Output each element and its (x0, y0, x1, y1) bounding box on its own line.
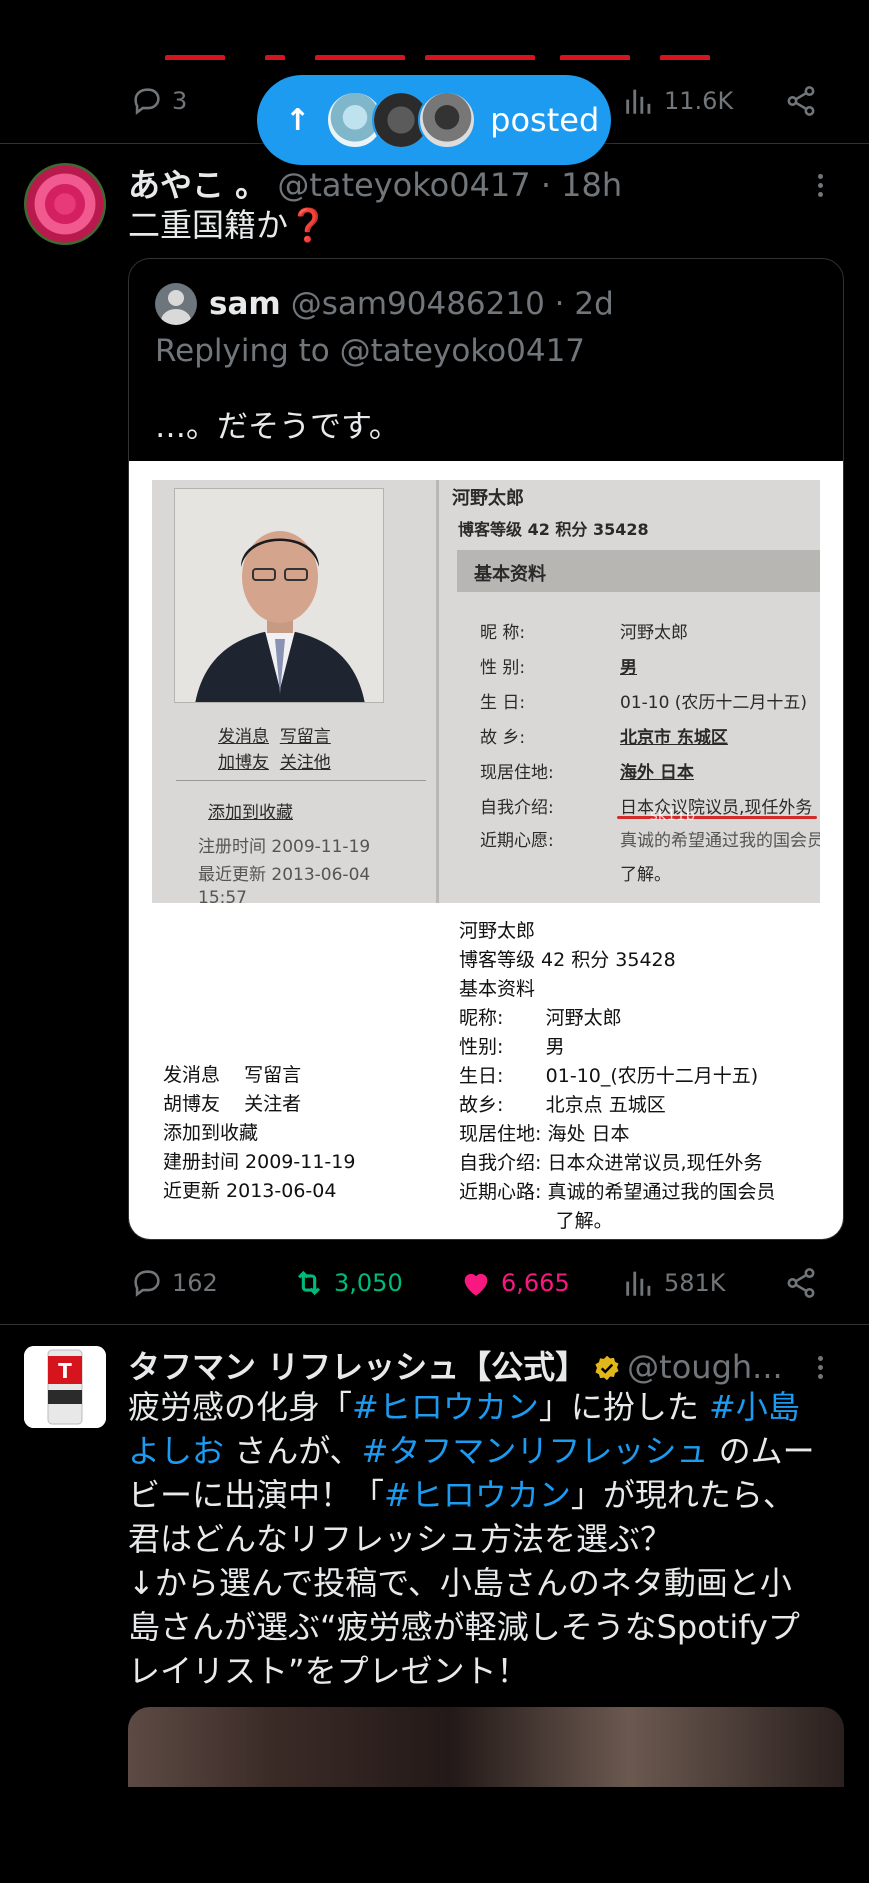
scan-value: 日本众议院议员,现任外务 (620, 798, 813, 818)
handle[interactable]: @tateyoko0417 · 18h (277, 166, 622, 204)
scan-key: 故 乡: (480, 728, 526, 748)
scan-value: 了解。 (620, 865, 671, 885)
views-count: 11.6K (664, 87, 734, 115)
quote-text: …。だそうです。 (155, 409, 400, 445)
scan-level: 博客等级 42 积分 35428 (458, 520, 649, 539)
svg-text:T: T (58, 1359, 72, 1383)
views-button[interactable]: 581K (622, 1266, 726, 1300)
scan-section: 基本资料 (474, 564, 546, 585)
scan-key: 自我介绍: (480, 798, 554, 818)
views-count: 581K (664, 1269, 726, 1297)
pill-avatars (326, 91, 477, 149)
tweet-text: 二重国籍か❓ (128, 206, 328, 244)
share-button[interactable] (784, 1266, 818, 1300)
verified-badge-icon (595, 1355, 619, 1381)
red-underline (617, 816, 817, 819)
scan-value: 真诚的希望通过我的国会员 (620, 831, 820, 851)
views-icon (626, 89, 651, 114)
scan-key: 生 日: (480, 693, 526, 713)
hashtag-link[interactable]: #タフマンリフレッシュ (362, 1432, 709, 1470)
like-button[interactable]: 6,665 (459, 1266, 570, 1300)
avatar[interactable] (24, 163, 106, 245)
hashtag-link[interactable]: #ヒロウカン (352, 1388, 539, 1426)
reply-icon (134, 1270, 160, 1297)
reply-count: 162 (172, 1269, 218, 1297)
scan-value: 01-10 (农历十二月十五) (620, 693, 808, 713)
profile-screenshot: 发消息 写留言 加博友 关注他 添加到收藏 注册时间 2009-11-19 最近… (152, 480, 820, 903)
transcript-left: 发消息 写留言 胡博友 关注者 添加到收藏 建册封间 2009-11-19 近更… (163, 1064, 356, 1202)
text-line: 君はどんなリフレッシュ方法を選ぶ？ (128, 1520, 673, 1558)
scan-date: 15:57 (198, 888, 247, 903)
scan-value: 河野太郎 (620, 623, 688, 643)
more-icon[interactable] (818, 170, 823, 201)
reply-button[interactable]: 3 (130, 84, 187, 118)
views-icon (626, 1271, 651, 1296)
more-icon[interactable] (818, 1352, 823, 1383)
views-button[interactable]: 11.6K (622, 84, 733, 118)
text-line: 疲労感の化身「#ヒロウカン」に扮した #小島 (128, 1388, 800, 1426)
watermark: sk11b (650, 806, 696, 824)
tweet-header: あやこ 。 @tateyoko0417 · 18h (128, 160, 622, 206)
scan-link: 添加到收藏 (208, 803, 293, 823)
new-posts-pill[interactable]: ↑ posted (257, 75, 611, 165)
partial-tweet-image (165, 48, 795, 60)
handle[interactable]: @tough... (627, 1348, 783, 1386)
divider (176, 780, 426, 781)
scan-key: 性 别: (480, 658, 526, 678)
ad-media-image[interactable] (128, 1707, 844, 1787)
avatar (418, 91, 477, 149)
like-count: 6,665 (501, 1269, 570, 1297)
divider (436, 480, 439, 903)
brand-avatar[interactable]: T (24, 1346, 106, 1428)
hashtag-link[interactable]: #小島 (709, 1388, 800, 1426)
reply-icon (134, 88, 160, 115)
tweet-header: タフマン リフレッシュ【公式】 @tough... (128, 1342, 783, 1388)
retweet-button[interactable]: 3,050 (292, 1266, 403, 1300)
retweet-count: 3,050 (334, 1269, 403, 1297)
transcript-right: 河野太郎 博客等级 42 积分 35428 基本资料 昵称: 河野太郎 性别: … (459, 920, 776, 1232)
quote-header: sam @sam90486210 · 2d (155, 283, 614, 325)
share-icon (787, 1268, 815, 1298)
default-avatar-icon (155, 283, 197, 325)
scan-date: 注册时间 2009-11-19 (198, 837, 371, 857)
text-line: ビーに出演中！「#ヒロウカン」が現れたら、 (128, 1476, 795, 1514)
text-line: ↓から選んで投稿で、小島さんのネタ動画と小 (128, 1564, 792, 1602)
share-button[interactable] (784, 84, 818, 118)
text-line: よしお さんが、#タフマンリフレッシュ のムー (128, 1432, 815, 1470)
text-line: レイリスト”をプレゼント！ (128, 1652, 529, 1690)
scan-key: 近期心愿: (480, 831, 554, 851)
scan-date: 最近更新 2013-06-04 (198, 865, 371, 885)
pill-label: posted (490, 101, 600, 139)
divider (0, 1324, 869, 1325)
display-name: sam (209, 286, 281, 322)
scan-key: 现居住地: (480, 763, 554, 783)
quote-image[interactable]: 发消息 写留言 加博友 关注他 添加到收藏 注册时间 2009-11-19 最近… (129, 461, 843, 1239)
replying-to: Replying to @tateyoko0417 (155, 333, 586, 369)
tweet-text: 疲労感の化身「#ヒロウカン」に扮した #小島 よしお さんが、#タフマンリフレッ… (128, 1385, 848, 1693)
retweet-icon (297, 1270, 321, 1296)
arrow-up-icon: ↑ (285, 102, 311, 138)
profile-photo (174, 488, 384, 703)
heart-icon (464, 1273, 488, 1296)
display-name[interactable]: あやこ 。 (128, 166, 267, 204)
scan-link: 加博友 关注他 (218, 753, 331, 773)
scan-value: 北京市 东城区 (620, 728, 728, 748)
display-name[interactable]: タフマン リフレッシュ【公式】 (128, 1348, 587, 1386)
quoted-tweet[interactable]: sam @sam90486210 · 2d Replying to @tatey… (128, 258, 844, 1240)
scan-link: 发消息 写留言 (218, 727, 331, 747)
handle: @sam90486210 · 2d (290, 286, 614, 322)
text-line: 島さんが選ぶ“疲労感が軽減しそうなSpotifyプ (128, 1608, 800, 1646)
reply-button[interactable]: 162 (130, 1266, 218, 1300)
scan-key: 昵 称: (480, 623, 526, 643)
scan-name: 河野太郎 (452, 488, 524, 509)
scan-value: 海外 日本 (620, 763, 694, 783)
scan-value: 男 (620, 658, 637, 678)
hashtag-link[interactable]: #ヒロウカン (384, 1476, 571, 1514)
share-icon (787, 86, 815, 116)
hashtag-link[interactable]: よしお (128, 1432, 224, 1470)
reply-count: 3 (172, 87, 188, 115)
